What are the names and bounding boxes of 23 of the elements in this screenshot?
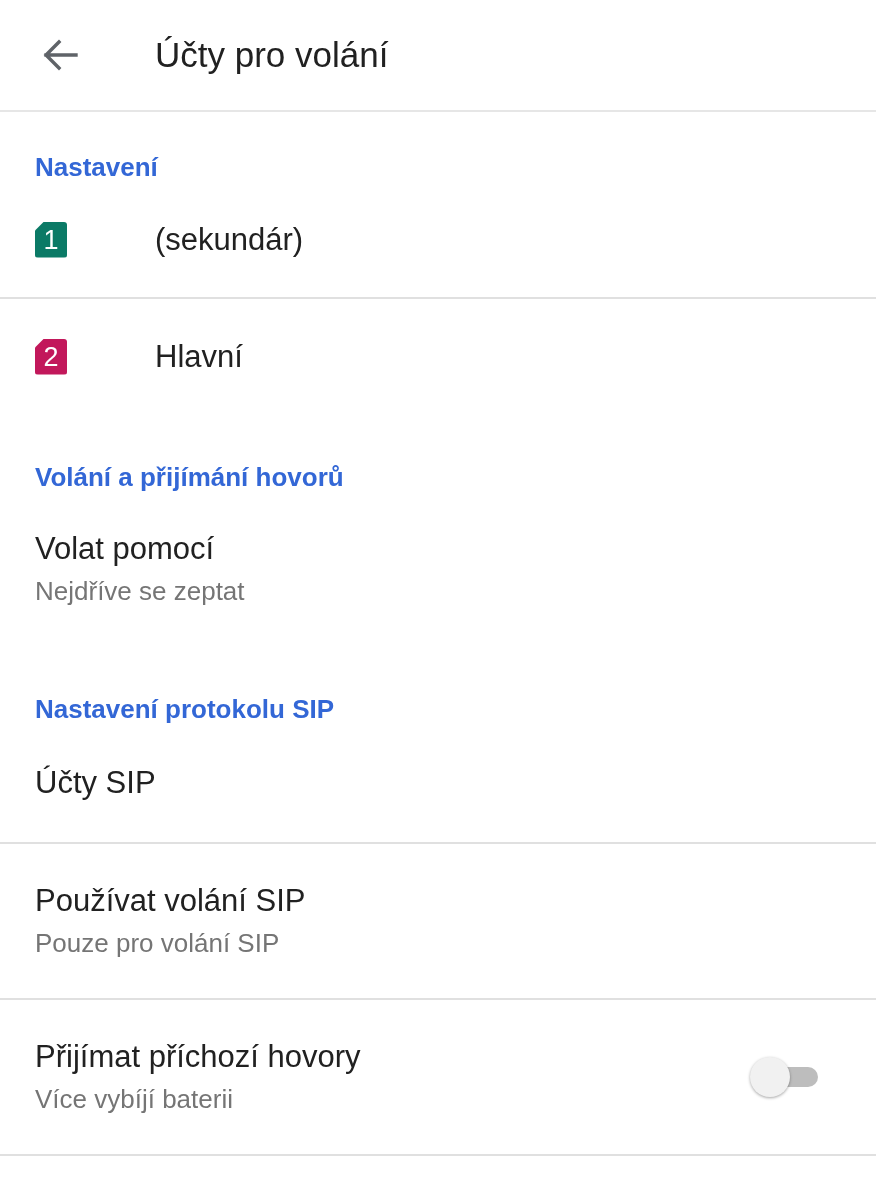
toggle-switch[interactable]	[750, 1056, 818, 1098]
sim-card-number: 1	[35, 221, 67, 258]
section-header: Nastavení protokolu SIP	[35, 694, 335, 724]
sim-card-number: 2	[35, 338, 67, 375]
settings-row[interactable]: Přijímat příchozí hovory Více vybíjí baterii	[0, 1000, 876, 1156]
row-title: Volat pomocí	[35, 530, 216, 568]
back-arrow-icon	[42, 39, 78, 71]
settings-row[interactable]: 2 Hlavní	[0, 299, 876, 416]
settings-row[interactable]: Účty SIP	[0, 724, 876, 844]
row-title: Používat volání SIP	[35, 882, 307, 920]
settings-row[interactable]: 1 (sekundár)	[0, 182, 876, 299]
section-header: Volání a přijímání hovorů	[35, 462, 344, 492]
settings-row[interactable]: Volat pomocí Nejdříve se zeptat	[0, 492, 876, 648]
row-subtitle: Nejdříve se zeptat	[35, 575, 246, 608]
row-title: Hlavní	[155, 337, 243, 376]
screen-title: Účty pro volání	[155, 34, 389, 76]
section-header: Nastavení	[35, 152, 158, 182]
row-subtitle: Pouze pro volání SIP	[35, 927, 281, 960]
row-title: Přijímat příchozí hovory	[35, 1038, 362, 1076]
settings-row[interactable]: Používat volání SIP Pouze pro volání SIP	[0, 844, 876, 1000]
row-subtitle: Více vybíjí baterii	[35, 1083, 234, 1116]
row-title: Účty SIP	[35, 764, 157, 802]
row-title: (sekundár)	[155, 220, 304, 259]
